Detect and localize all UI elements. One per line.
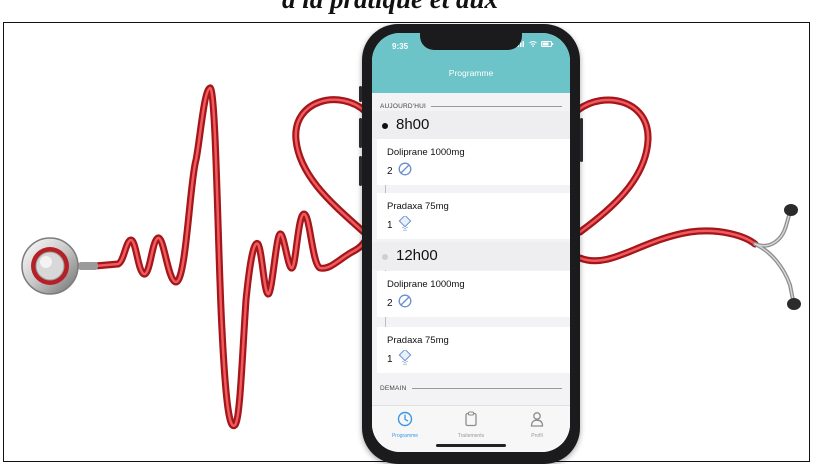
tab-traitements[interactable]: Traitements <box>438 411 504 439</box>
battery-icon <box>541 41 554 47</box>
pill-tablet-icon <box>398 294 412 308</box>
section-divider <box>431 106 562 107</box>
tab-label: Profil <box>531 433 543 439</box>
timeline-dot <box>382 123 388 129</box>
phone-notch <box>420 33 522 50</box>
page-title: Programme <box>448 68 494 78</box>
time-slot: 8h00 <box>372 111 570 139</box>
clock-icon <box>397 411 413 427</box>
medication-name: Pradaxa 75mg <box>387 201 449 212</box>
home-indicator <box>436 444 506 447</box>
time-slot-label: 8h00 <box>396 116 430 133</box>
medication-quantity: 2 <box>387 298 393 309</box>
capsule-icon <box>398 350 412 365</box>
wifi-icon <box>529 41 537 47</box>
phone-mockup: 9:35 Programme AUJOURD'HUI 8h00 Dolipran… <box>359 24 583 464</box>
tab-programme[interactable]: Programme <box>372 411 438 439</box>
time-slot-label: 12h00 <box>396 247 438 264</box>
section-label-tomorrow: DEMAIN <box>380 385 407 392</box>
medication-quantity: 2 <box>387 166 393 177</box>
pill-tablet-icon <box>398 162 412 176</box>
tab-label: Programme <box>391 433 419 439</box>
medication-card[interactable]: Pradaxa 75mg 1 <box>377 327 570 373</box>
time-slot: 12h00 <box>372 242 570 270</box>
clipboard-icon <box>465 411 477 427</box>
medication-quantity: 1 <box>387 220 393 231</box>
user-icon <box>530 412 544 427</box>
section-divider <box>412 388 562 389</box>
status-time: 9:35 <box>392 42 409 51</box>
timeline-dot <box>382 254 388 260</box>
tab-label: Traitements <box>457 433 485 439</box>
medication-card[interactable]: Doliprane 1000mg 2 <box>377 271 570 317</box>
medication-name: Doliprane 1000mg <box>387 147 465 158</box>
capsule-icon <box>398 216 412 231</box>
medication-card[interactable]: Pradaxa 75mg 1 <box>377 193 570 239</box>
figure-title-cut-off: à la pratique et aux <box>282 0 498 15</box>
status-icons <box>515 41 554 47</box>
medication-name: Pradaxa 75mg <box>387 335 449 346</box>
app-screen: 9:35 Programme AUJOURD'HUI 8h00 Dolipran… <box>372 33 570 452</box>
section-label-today: AUJOURD'HUI <box>380 103 427 110</box>
tab-profil[interactable]: Profil <box>504 411 570 439</box>
medication-name: Doliprane 1000mg <box>387 279 465 290</box>
medication-quantity: 1 <box>387 354 393 365</box>
medication-card[interactable]: Doliprane 1000mg 2 <box>377 139 570 185</box>
